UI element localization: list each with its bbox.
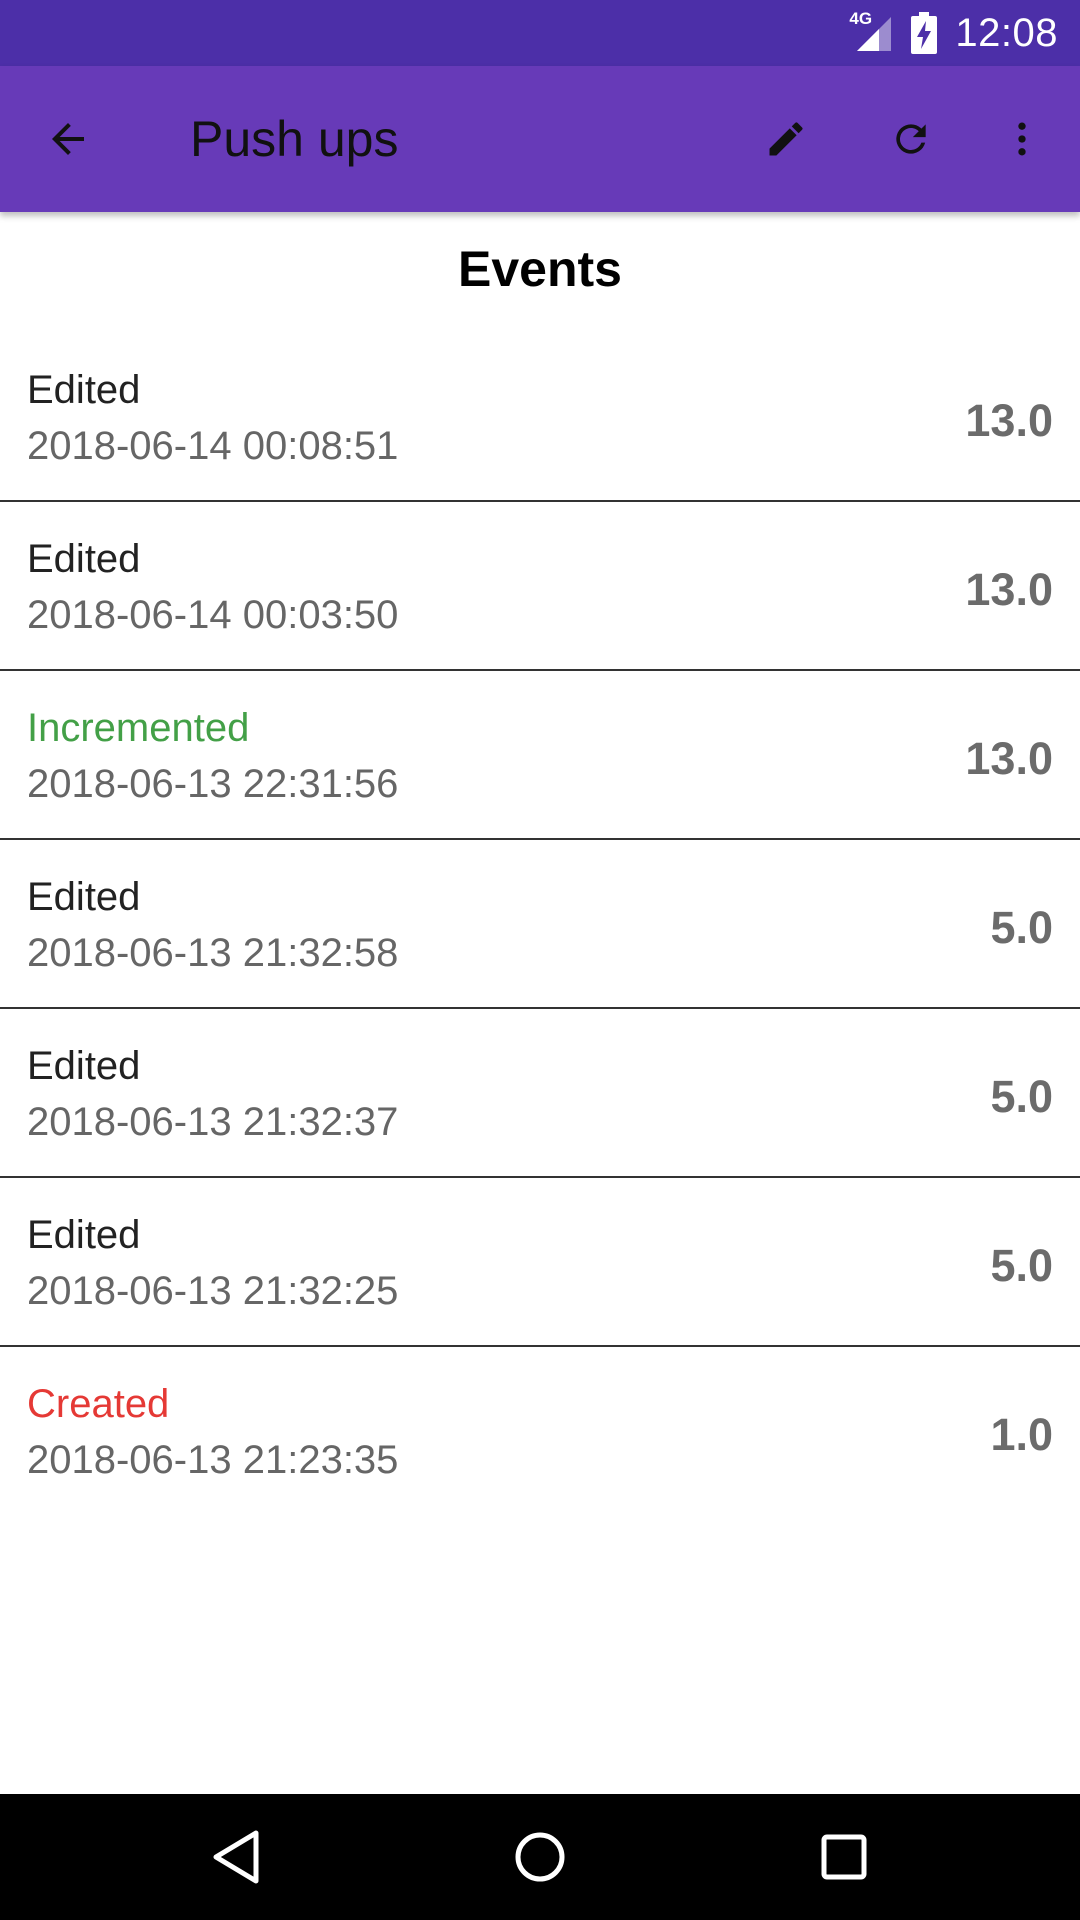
event-value: 5.0 (990, 1071, 1053, 1122)
edit-button[interactable] (750, 103, 822, 175)
battery-charging-icon (911, 12, 938, 54)
back-arrow-icon (52, 123, 84, 155)
more-vert-icon (1018, 122, 1026, 156)
event-timestamp: 2018-06-13 21:32:58 (27, 931, 399, 975)
event-value: 13.0 (965, 395, 1053, 446)
section-title: Events (458, 241, 622, 297)
event-timestamp: 2018-06-13 21:23:35 (27, 1438, 399, 1482)
nav-back-icon (213, 1830, 259, 1884)
back-button[interactable] (32, 103, 104, 175)
event-value: 13.0 (965, 564, 1053, 615)
nav-recents-button[interactable] (804, 1817, 884, 1897)
event-kind: Edited (27, 368, 141, 412)
event-kind: Created (27, 1382, 170, 1426)
event-row[interactable]: Edited 2018-06-14 00:08:51 13.0 (0, 333, 1080, 502)
network-type-label: 4G (849, 9, 873, 28)
edit-pencil-icon (769, 122, 803, 156)
refresh-button[interactable] (875, 103, 947, 175)
event-row[interactable]: Edited 2018-06-14 00:03:50 13.0 (0, 502, 1080, 671)
event-timestamp: 2018-06-14 00:03:50 (27, 593, 399, 637)
event-value: 5.0 (990, 902, 1053, 953)
app-bar: Push ups (0, 66, 1080, 212)
event-row[interactable]: Incremented 2018-06-13 22:31:56 13.0 (0, 671, 1080, 840)
event-kind: Incremented (27, 706, 250, 750)
event-timestamp: 2018-06-13 21:32:37 (27, 1100, 399, 1144)
refresh-icon (896, 124, 926, 154)
event-timestamp: 2018-06-14 00:08:51 (27, 424, 399, 468)
nav-home-button[interactable] (500, 1817, 580, 1897)
status-icons: 4G 12:08 (849, 0, 1058, 66)
event-row[interactable]: Edited 2018-06-13 21:32:58 5.0 (0, 840, 1080, 1009)
status-time: 12:08 (955, 10, 1058, 55)
status-bar: 4G 12:08 (0, 0, 1080, 66)
event-row[interactable]: Edited 2018-06-13 21:32:25 5.0 (0, 1178, 1080, 1347)
page-title: Push ups (190, 111, 399, 167)
nav-back-button[interactable] (196, 1817, 276, 1897)
event-kind: Edited (27, 875, 141, 919)
system-nav-bar (0, 1794, 1080, 1920)
event-row[interactable]: Edited 2018-06-13 21:32:37 5.0 (0, 1009, 1080, 1178)
nav-recents-icon (821, 1834, 867, 1880)
event-kind: Edited (27, 1044, 141, 1088)
event-value: 13.0 (965, 733, 1053, 784)
event-value: 1.0 (990, 1409, 1053, 1460)
event-row[interactable]: Created 2018-06-13 21:23:35 1.0 (0, 1347, 1080, 1514)
event-value: 5.0 (990, 1240, 1053, 1291)
events-list: Edited 2018-06-14 00:08:51 13.0 Edited 2… (0, 333, 1080, 1514)
event-timestamp: 2018-06-13 21:32:25 (27, 1269, 399, 1313)
signal-icon: 4G (849, 9, 893, 53)
event-kind: Edited (27, 1213, 141, 1257)
more-options-button[interactable] (986, 103, 1058, 175)
nav-home-icon (515, 1832, 565, 1882)
event-kind: Edited (27, 537, 141, 581)
event-timestamp: 2018-06-13 22:31:56 (27, 762, 399, 806)
